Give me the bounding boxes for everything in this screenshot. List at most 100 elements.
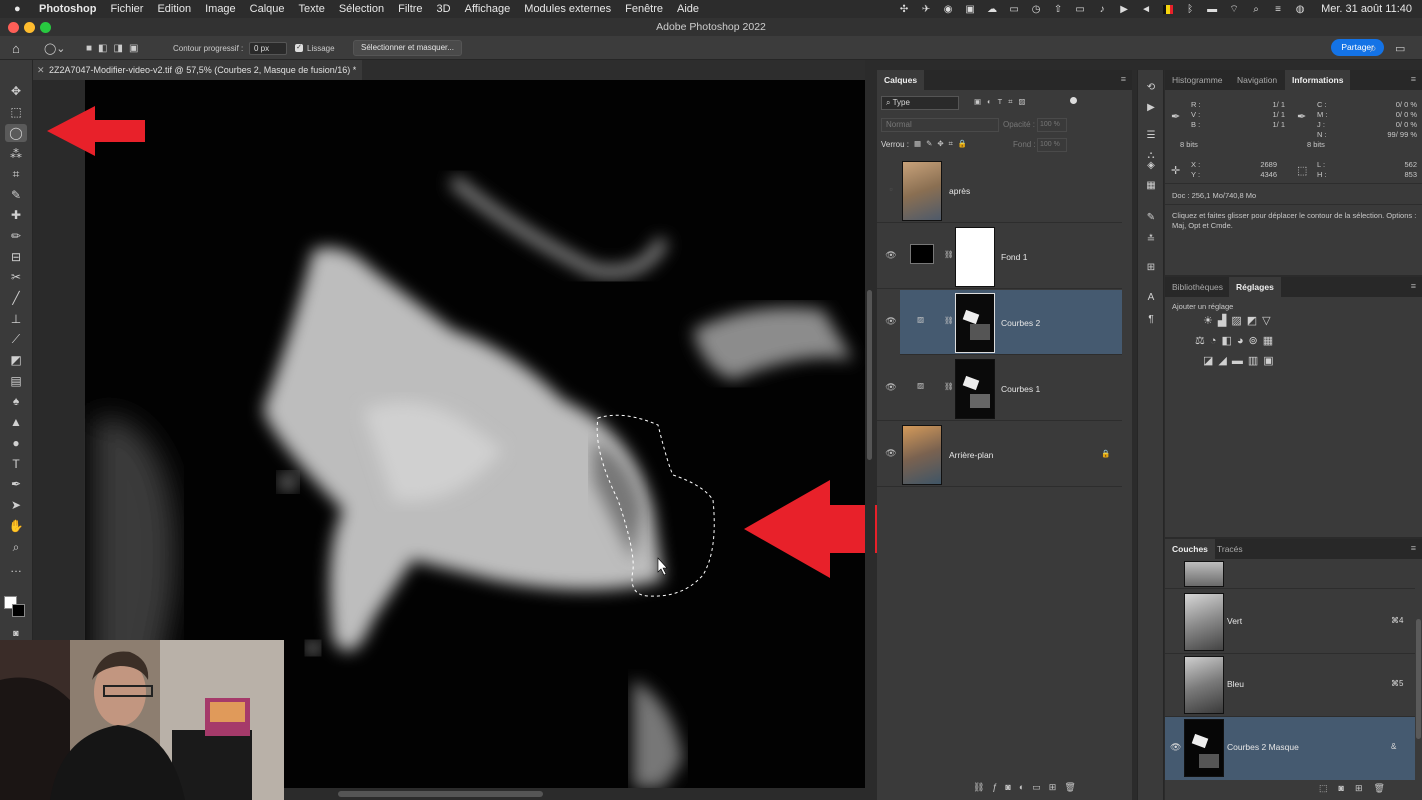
clock[interactable]: Mer. 31 août 11:40 [1321, 3, 1412, 15]
feather-input[interactable]: 0 px [249, 41, 287, 55]
home-icon[interactable]: ⌂ [12, 36, 20, 60]
eye-icon[interactable]: 👁 [885, 250, 897, 261]
hand-tool-icon[interactable]: ✋ [5, 517, 27, 535]
workspace-icon[interactable]: ▭ [1395, 36, 1405, 60]
tab-calques[interactable]: Calques [877, 70, 925, 90]
channel-row-bleu[interactable]: Bleu ⌘5 [1165, 654, 1415, 717]
panel-menu-icon[interactable]: ≡ [1121, 74, 1126, 84]
menu-calque[interactable]: Calque [250, 3, 285, 15]
new-selection-icon[interactable]: ■ [86, 43, 92, 54]
channel-row-courbes-2-masque[interactable]: 👁 Courbes 2 Masque & [1165, 717, 1415, 780]
eraser-tool-icon[interactable]: ◩ [5, 351, 27, 369]
tab-informations[interactable]: Informations [1285, 70, 1351, 90]
layer-filter-icons[interactable]: ▣◐T⌗▨ [974, 97, 1032, 107]
battery-icon[interactable]: ▬ [1201, 4, 1223, 15]
brush-settings-icon[interactable]: ✎ [1144, 212, 1158, 223]
tab-reglages[interactable]: Réglages [1229, 277, 1281, 297]
siri-icon[interactable]: ◍ [1289, 4, 1311, 15]
layers-bottom-toolbar[interactable]: ⛓ƒ◙◐▭⊞🗑 [973, 782, 1128, 793]
add-selection-icon[interactable]: ◧ [98, 43, 107, 54]
minimize-window-button[interactable] [24, 22, 35, 33]
visibility-toggle-off[interactable]: ▫ [885, 184, 897, 194]
pen-tool-icon[interactable]: ✒ [5, 475, 27, 493]
paragraph-icon[interactable]: ¶ [1144, 314, 1158, 325]
menu-texte[interactable]: Texte [299, 3, 325, 15]
menu-photoshop[interactable]: Photoshop [39, 3, 96, 15]
sharpen-tool-icon[interactable]: ▲ [5, 413, 27, 431]
cube-icon[interactable]: ◈ [1144, 160, 1158, 171]
blend-mode-select[interactable]: Normal [881, 118, 999, 132]
status-screen-icon[interactable]: ▭ [1003, 4, 1025, 15]
subtract-selection-icon[interactable]: ◨ [114, 43, 123, 54]
horizontal-scroll-thumb[interactable] [338, 791, 543, 797]
layer-row-apres[interactable]: ▫ après [877, 158, 1122, 223]
control-center-icon[interactable]: ≡ [1267, 4, 1289, 15]
lock-icons[interactable]: ▦✎✥⌗🔒 [914, 139, 972, 149]
eyedropper-tool-icon[interactable]: ✎ [5, 186, 27, 204]
fill-input[interactable]: 100 % [1037, 138, 1067, 152]
brush-tool-icon[interactable]: ✏ [5, 227, 27, 245]
history-icon[interactable]: ⟲ [1144, 82, 1158, 93]
properties-icon[interactable]: ☰ [1144, 130, 1158, 141]
more-tools-icon[interactable]: … [5, 559, 27, 577]
status-play-icon[interactable]: ▶ [1113, 4, 1135, 15]
tab-navigation[interactable]: Navigation [1230, 70, 1284, 90]
menu-selection[interactable]: Sélection [339, 3, 384, 15]
tab-histogramme[interactable]: Histogramme [1165, 70, 1230, 90]
intersect-selection-icon[interactable]: ▣ [129, 43, 138, 54]
panel-menu-icon[interactable]: ≡ [1411, 543, 1416, 553]
menu-aide[interactable]: Aide [677, 3, 699, 15]
adjustment-icons-row-3[interactable]: ◪◢▬▥▣ [1203, 354, 1279, 367]
channel-row-vert[interactable]: Vert ⌘4 [1165, 591, 1415, 654]
panel-menu-icon[interactable]: ≡ [1411, 281, 1416, 291]
layer-row-arriere-plan[interactable]: 👁 Arrière-plan 🔒 [877, 422, 1122, 487]
tab-couches[interactable]: Couches [1165, 539, 1215, 559]
paint-brush-icon[interactable]: ╱ [5, 289, 27, 307]
crop-tool-icon[interactable]: ⌗ [5, 165, 27, 183]
blur-tool-icon[interactable]: ♠ [5, 392, 27, 410]
eye-icon[interactable]: 👁 [1170, 742, 1181, 753]
bluetooth-icon[interactable]: ᛒ [1179, 4, 1201, 15]
art-history-icon[interactable]: ⟋ [5, 330, 27, 348]
status-upload-icon[interactable]: ⇧ [1047, 4, 1069, 15]
tab-traces[interactable]: Tracés [1210, 539, 1250, 559]
layer-filter-select[interactable]: ⌕ Type [881, 96, 959, 110]
zoom-window-button[interactable] [40, 22, 51, 33]
eye-icon[interactable]: 👁 [885, 382, 897, 393]
eye-icon[interactable]: 👁 [885, 448, 897, 459]
zoom-tool-icon[interactable]: ⌕ [5, 538, 27, 556]
status-record-icon[interactable]: ◉ [937, 4, 959, 15]
status-bird-icon[interactable]: ✈ [915, 4, 937, 15]
status-camera-icon[interactable]: ▣ [959, 4, 981, 15]
stamp-tool-icon[interactable]: ⊟ [5, 248, 27, 266]
opacity-input[interactable]: 100 % [1037, 118, 1067, 132]
search-icon[interactable]: ⌕ [1245, 4, 1267, 15]
magic-wand-tool-icon[interactable]: ⁂ [5, 145, 27, 163]
document-tab[interactable]: ✕ 2Z2A7047-Modifier-video-v2.tif @ 57,5%… [33, 60, 363, 80]
filter-toggle[interactable] [1070, 97, 1077, 104]
adjustment-icons-row-2[interactable]: ⚖◔◧◕⊚▦ [1195, 334, 1278, 347]
belgium-flag-icon[interactable] [1163, 4, 1174, 14]
marquee-tool-icon[interactable]: ⬚ [5, 103, 27, 121]
status-speaker-icon[interactable]: ◄ [1135, 4, 1157, 15]
close-tab-icon[interactable]: ✕ [37, 60, 45, 80]
menu-affichage[interactable]: Affichage [465, 3, 511, 15]
eye-icon[interactable]: 👁 [885, 316, 897, 327]
status-mic-icon[interactable]: ♪ [1091, 4, 1113, 15]
menu-image[interactable]: Image [205, 3, 236, 15]
layer-row-fond-1[interactable]: 👁 ⛓ Fond 1 [877, 224, 1122, 289]
apple-icon[interactable]: ● [14, 3, 30, 15]
clone-source-icon[interactable]: ⊞ [1144, 262, 1158, 273]
canvas-vertical-scrollbar[interactable] [865, 80, 875, 788]
lasso-preset-icon[interactable]: ◯⌄ [44, 36, 66, 60]
path-select-tool-icon[interactable]: ➤ [5, 496, 27, 514]
search-icon[interactable]: ⌕ [1370, 36, 1377, 60]
layer-row-courbes-2[interactable]: ▨ ⛓ Courbes 2 [900, 290, 1122, 355]
healing-tool-icon[interactable]: ✚ [5, 206, 27, 224]
layer-row-courbes-1[interactable]: 👁 ▨ ⛓ Courbes 1 [877, 356, 1122, 421]
menu-filtre[interactable]: Filtre [398, 3, 422, 15]
vertical-scroll-thumb[interactable] [867, 290, 872, 460]
actions-play-icon[interactable]: ▶ [1144, 102, 1158, 113]
grid-icon[interactable]: ▦ [1144, 180, 1158, 191]
background-color-swatch[interactable] [12, 604, 25, 617]
